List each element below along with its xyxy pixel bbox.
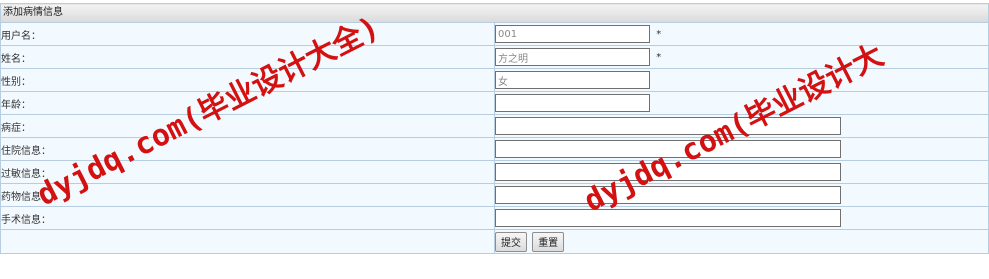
hospitalization-input[interactable]: [495, 140, 841, 158]
form-row-age: 年龄：: [0, 91, 989, 115]
required-mark: *: [656, 28, 662, 40]
submit-button[interactable]: 提交: [495, 231, 527, 252]
symptom-input[interactable]: [495, 117, 841, 135]
medication-label: 药物信息：: [0, 183, 495, 207]
allergy-input[interactable]: [495, 163, 841, 181]
form-row-hospitalization: 住院信息：: [0, 137, 989, 161]
gender-label: 性别：: [0, 68, 495, 92]
form-row-allergy: 过敏信息：: [0, 160, 989, 184]
reset-button[interactable]: 重置: [532, 231, 565, 252]
hospitalization-label: 住院信息：: [0, 137, 495, 161]
surgery-label: 手术信息：: [0, 206, 495, 230]
name-input[interactable]: [495, 48, 650, 66]
form-row-name: 姓名： *: [0, 45, 989, 69]
age-label: 年龄：: [0, 91, 495, 115]
username-input[interactable]: [495, 25, 650, 43]
medication-input[interactable]: [495, 186, 841, 204]
allergy-label: 过敏信息：: [0, 160, 495, 184]
gender-input[interactable]: [495, 71, 650, 89]
form-actions-row: 提交 重置: [0, 229, 989, 254]
username-label: 用户名：: [0, 22, 495, 46]
form-row-gender: 性别：: [0, 68, 989, 92]
form-row-username: 用户名： *: [0, 22, 989, 46]
form-header-row: 添加病情信息: [0, 3, 989, 23]
form-title: 添加病情信息: [0, 3, 989, 23]
name-label: 姓名：: [0, 45, 495, 69]
symptom-label: 病症：: [0, 114, 495, 138]
add-condition-form: 添加病情信息 用户名： * 姓名： * 性别： 年龄： 病症： 住院信息：: [0, 3, 989, 254]
required-mark: *: [656, 51, 662, 63]
surgery-input[interactable]: [495, 209, 841, 227]
form-row-medication: 药物信息：: [0, 183, 989, 207]
form-row-symptom: 病症：: [0, 114, 989, 138]
age-input[interactable]: [495, 94, 650, 112]
form-row-surgery: 手术信息：: [0, 206, 989, 230]
